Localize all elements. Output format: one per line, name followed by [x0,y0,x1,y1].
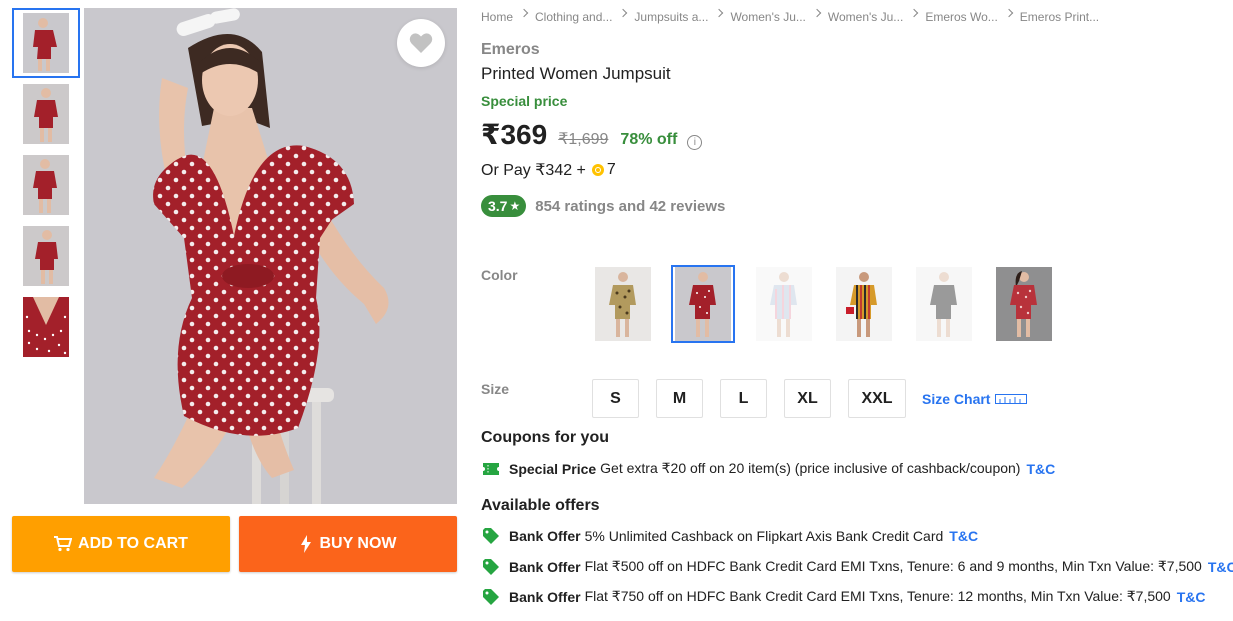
offer-title: Bank Offer [509,528,581,544]
swatch-black-image [916,267,972,341]
rating-value: 3.7 [488,198,508,214]
coupon-title: Special Price [509,460,597,477]
offer-text: 5% Unlimited Cashback on Flipkart Axis B… [584,528,944,544]
coupon-text: Get extra ₹20 off on 20 item(s) (price i… [600,460,1021,476]
supercoin-icon [591,164,604,176]
product-title: Printed Women Jumpsuit [481,64,671,83]
swatch-multicolor-stripe-image [836,267,892,341]
offer-text: Flat ₹750 off on HDFC Bank Credit Card E… [584,588,1171,604]
size-option-xxl[interactable]: XXL [848,379,906,418]
or-pay-row: Or Pay ₹342 + 7 [481,160,616,180]
offers-heading: Available offers [481,497,600,514]
size-chart-link[interactable]: Size Chart [922,390,1028,407]
info-icon[interactable]: i [687,135,703,150]
thumbnail-3[interactable] [12,150,80,220]
thumbnail-2-image [23,84,69,144]
star-icon: ★ [509,199,521,213]
tc-link[interactable]: T&C [1208,559,1233,575]
breadcrumb-item-jumpsuits[interactable]: Jumpsuits a... [634,10,708,24]
original-price: ₹1,699 [558,131,609,148]
thumbnail-2[interactable] [12,79,80,149]
add-to-cart-button[interactable]: ADD TO CART [12,516,230,572]
price-row: ₹369 ₹1,699 78% off i [481,118,703,151]
thumbnail-list [12,8,80,363]
color-swatch-red-polka[interactable] [671,265,735,343]
main-product-image[interactable] [84,8,457,504]
selling-price: ₹369 [481,119,548,150]
offer-item: Bank Offer 5% Unlimited Cashback on Flip… [481,528,978,544]
thumbnail-5[interactable] [12,292,80,362]
add-to-cart-label: ADD TO CART [78,535,188,552]
size-option-s[interactable]: S [592,379,639,418]
rating-badge[interactable]: 3.7 ★ [481,195,527,217]
breadcrumb-item-womens-1[interactable]: Women's Ju... [730,10,805,24]
thumbnail-3-image [23,155,69,215]
size-option-l[interactable]: L [720,379,767,418]
chevron-right-icon [715,8,724,18]
special-price-label: Special price [481,93,568,109]
chevron-right-icon [910,8,919,18]
tc-link[interactable]: T&C [949,528,978,544]
breadcrumb-item-clothing[interactable]: Clothing and... [535,10,612,24]
thumbnail-4[interactable] [12,221,80,291]
size-label: Size [481,381,510,397]
offer-title: Bank Offer [509,558,581,575]
buy-now-label: BUY NOW [319,535,397,552]
breadcrumb: Home Clothing and... Jumpsuits a... Wome… [481,8,1100,24]
coin-count: 7 [606,161,616,178]
buy-now-button[interactable]: BUY NOW [239,516,457,572]
thumbnail-5-image [23,297,69,357]
color-swatch-black[interactable] [915,265,973,343]
color-swatches [594,265,1075,343]
offer-tag-icon [481,558,501,575]
coupons-heading: Coupons for you [481,429,609,446]
size-option-xl[interactable]: XL [784,379,831,418]
thumbnail-1[interactable] [12,8,80,78]
lightning-icon [301,535,312,553]
color-swatch-leopard[interactable] [594,265,652,343]
offer-item: Bank Offer Flat ₹500 off on HDFC Bank Cr… [481,558,1233,575]
color-swatch-multicolor-stripe[interactable] [835,265,893,343]
discount-percent: 78% off [620,131,678,148]
model-photo [84,8,457,504]
color-swatch-pastel-stripe[interactable] [755,265,813,343]
swatch-pastel-stripe-image [756,267,812,341]
tc-link[interactable]: T&C [1177,589,1206,605]
chevron-right-icon [1004,8,1014,18]
brand-name[interactable]: Emeros [481,41,540,59]
ratings-reviews-count[interactable]: 854 ratings and 42 reviews [535,198,725,215]
offer-tag-icon [481,528,501,544]
breadcrumb-item-womens-2[interactable]: Women's Ju... [828,10,903,24]
breadcrumb-item-current: Emeros Print... [1019,10,1100,24]
tc-link[interactable]: T&C [1026,461,1055,477]
thumbnail-4-image [23,226,69,286]
size-option-m[interactable]: M [656,379,703,418]
coupon-item: Special Price Get extra ₹20 off on 20 it… [481,460,1055,477]
wishlist-button[interactable] [397,19,445,67]
or-pay-text: Or Pay ₹342 + [481,162,586,179]
color-label: Color [481,267,518,283]
heart-icon [409,33,433,53]
offer-title: Bank Offer [509,588,581,605]
ruler-icon [995,393,1028,404]
breadcrumb-item-home[interactable]: Home [481,10,513,24]
swatch-red-polka-image [675,267,731,341]
swatch-red-floral-image [996,267,1052,341]
color-swatch-red-floral[interactable] [995,265,1053,343]
chevron-right-icon [519,8,529,18]
size-chart-label: Size Chart [922,390,991,407]
chevron-right-icon [619,8,628,18]
coupon-icon [481,462,501,475]
offer-text: Flat ₹500 off on HDFC Bank Credit Card E… [584,558,1202,574]
offer-tag-icon [481,588,501,605]
thumbnail-1-image [23,13,69,73]
size-options: S M L XL XXL Size Chart [592,379,1028,418]
rating-row: 3.7 ★ 854 ratings and 42 reviews [481,195,725,217]
swatch-leopard-image [595,267,651,341]
chevron-right-icon [812,8,822,18]
cart-icon [54,536,73,552]
breadcrumb-item-emeros-wo[interactable]: Emeros Wo... [925,10,997,24]
offer-item: Bank Offer Flat ₹750 off on HDFC Bank Cr… [481,588,1206,605]
